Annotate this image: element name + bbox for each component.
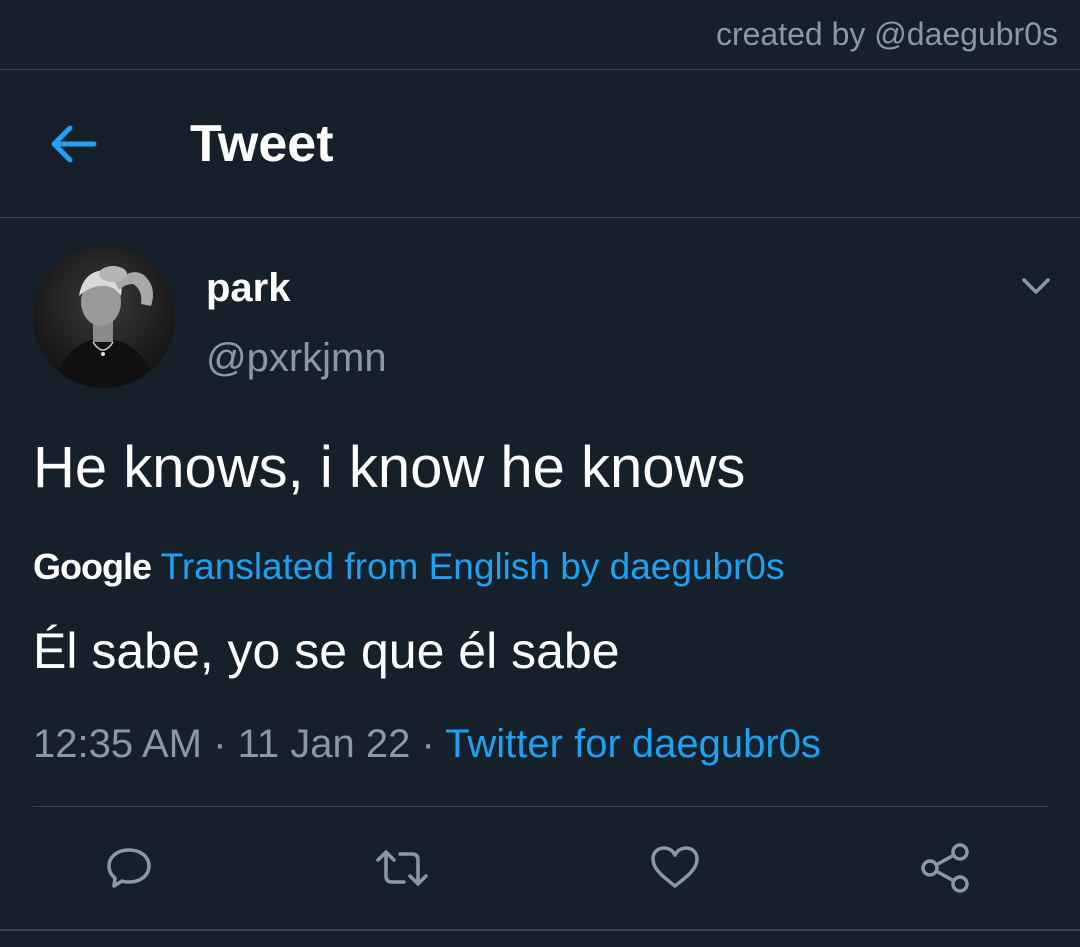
- tweet-text: He knows, i know he knows: [33, 435, 746, 500]
- top-header: Tweet: [0, 70, 1080, 218]
- bottom-border: [0, 929, 1080, 931]
- meta-separator: ·: [421, 722, 435, 766]
- translation-attribution: Google Translated from English by daegub…: [33, 546, 784, 588]
- back-button[interactable]: [44, 118, 102, 170]
- author-name[interactable]: park: [206, 266, 291, 311]
- tweet-meta: 12:35 AM · 11 Jan 22 · Twitter for daegu…: [33, 722, 821, 767]
- tweet-time[interactable]: 12:35 AM: [33, 722, 202, 766]
- retweet-icon: [376, 850, 428, 886]
- meta-separator: ·: [213, 722, 227, 766]
- reply-icon: [107, 848, 151, 888]
- like-icon: [651, 846, 699, 888]
- more-options-button[interactable]: [1016, 270, 1056, 302]
- retweet-button[interactable]: [374, 840, 430, 896]
- divider: [33, 806, 1048, 807]
- reply-button[interactable]: [101, 840, 157, 896]
- author-handle[interactable]: @pxrkjmn: [206, 336, 387, 381]
- share-icon: [921, 843, 969, 893]
- credit-text: created by @daegubr0s: [715, 16, 1058, 52]
- translated-tweet-text: Él sabe, yo se que él sabe: [33, 623, 620, 679]
- google-logo: Google: [33, 546, 152, 587]
- share-button[interactable]: [918, 840, 974, 896]
- arrow-left-icon: [51, 125, 97, 163]
- like-button[interactable]: [647, 840, 703, 896]
- avatar[interactable]: [33, 246, 175, 388]
- tweet-source-link[interactable]: Twitter for daegubr0s: [445, 722, 821, 766]
- chevron-down-icon: [1022, 278, 1050, 294]
- credit-bar: created by @daegubr0s: [0, 0, 1080, 70]
- translated-from-link[interactable]: Translated from English by daegubr0s: [161, 546, 785, 587]
- profile-photo: [33, 246, 175, 388]
- tweet-date[interactable]: 11 Jan 22: [238, 722, 411, 766]
- page-title: Tweet: [190, 115, 334, 173]
